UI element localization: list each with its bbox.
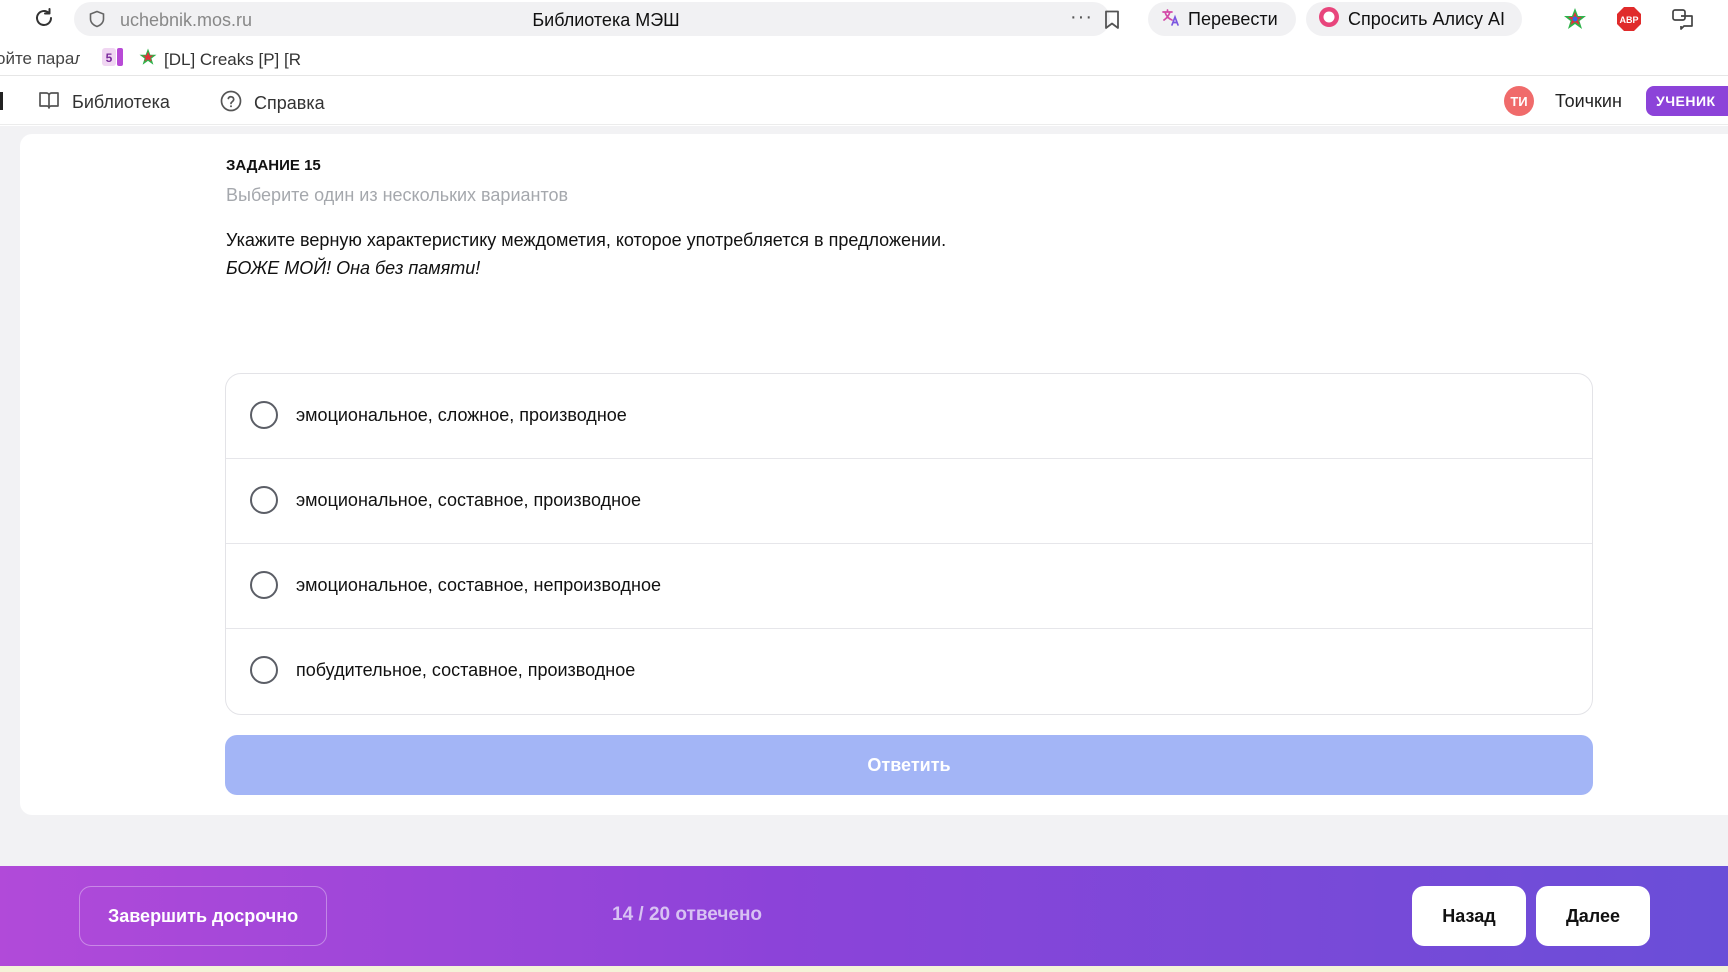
question-text: Укажите верную характеристику междометия…	[226, 230, 947, 250]
bookmark-item[interactable]: ойте паралл	[0, 49, 80, 69]
star-extension-icon	[138, 47, 158, 72]
profile-extension-icon[interactable]	[1670, 6, 1696, 32]
address-bar[interactable]: uchebnik.mos.ru Библиотека МЭШ ···	[74, 2, 1119, 36]
answer-option-label: эмоциональное, составное, производное	[296, 490, 642, 510]
svg-text:5: 5	[106, 51, 113, 65]
bookmarks-bar: ойте паралл 5 [DL] Creaks [P] [R	[0, 38, 1728, 76]
tab-title: Библиотека МЭШ	[532, 10, 680, 30]
help-icon	[220, 90, 242, 117]
bottom-strip	[0, 966, 1728, 972]
nav-library-label: Библиотека	[72, 92, 170, 112]
task-hint: Выберите один из нескольких вариантов	[226, 185, 569, 205]
radio-button[interactable]	[250, 656, 278, 684]
radio-button[interactable]	[250, 401, 278, 429]
finish-early-button[interactable]: Завершить досрочно	[79, 886, 327, 946]
ask-alice-button[interactable]: Спросить Алису AI	[1306, 2, 1522, 36]
answer-option[interactable]: эмоциональное, сложное, производное	[226, 374, 1592, 459]
answer-option[interactable]: эмоциональное, составное, производное	[226, 459, 1592, 544]
app-header: Библиотека Справка ТИ Тоичкин УЧЕНИК	[0, 77, 1728, 125]
bookmark-label: [DL] Creaks [P] [R	[164, 49, 301, 69]
answer-option[interactable]: побудительное, составное, производное	[226, 629, 1592, 714]
answer-option-label: побудительное, составное, производное	[296, 660, 636, 680]
task-number: ЗАДАНИЕ 15	[226, 157, 321, 174]
answer-option[interactable]: эмоциональное, составное, непроизводное	[226, 544, 1592, 629]
translate-label: Перевести	[1188, 8, 1278, 29]
username[interactable]: Тоичкин	[1555, 91, 1622, 112]
star-extension-icon[interactable]	[1562, 6, 1588, 32]
alice-icon	[1318, 6, 1340, 33]
answer-option-label: эмоциональное, составное, непроизводное	[296, 575, 662, 595]
translate-button[interactable]: Перевести	[1148, 2, 1296, 36]
header-divider	[0, 92, 3, 110]
bookmark-icon[interactable]	[1104, 10, 1120, 30]
book-icon	[38, 90, 60, 115]
adblock-icon[interactable]: ABP	[1616, 6, 1642, 32]
nav-help[interactable]: Справка	[220, 90, 325, 117]
back-button[interactable]: Назад	[1412, 886, 1526, 946]
back-arrow-icon[interactable]	[0, 9, 10, 29]
progress-counter: 14 / 20 отвечено	[612, 904, 763, 925]
svg-text:ABP: ABP	[1619, 15, 1638, 25]
submit-answer-button[interactable]: Ответить	[225, 735, 1593, 795]
translate-icon	[1160, 7, 1180, 32]
more-menu-icon[interactable]: ···	[1070, 6, 1093, 29]
answer-options: эмоциональное, сложное, производное эмоц…	[225, 373, 1593, 715]
nav-help-label: Справка	[254, 93, 325, 113]
bookmark-item[interactable]: [DL] Creaks [P] [R	[138, 47, 301, 72]
footer-bar: Завершить досрочно 14 / 20 отвечено Наза…	[0, 866, 1728, 966]
browser-toolbar: uchebnik.mos.ru Библиотека МЭШ ··· Перев…	[0, 0, 1728, 38]
radio-button[interactable]	[250, 486, 278, 514]
nav-library[interactable]: Библиотека	[38, 90, 170, 115]
alice-label: Спросить Алису AI	[1348, 8, 1506, 29]
role-badge: УЧЕНИК	[1646, 86, 1728, 116]
bookmark-item[interactable]: 5	[102, 47, 124, 67]
radio-button[interactable]	[250, 571, 278, 599]
example-sentence: БОЖЕ МОЙ! Она без памяти!	[226, 258, 481, 278]
next-button[interactable]: Далее	[1536, 886, 1650, 946]
avatar[interactable]: ТИ	[1504, 86, 1534, 116]
reload-icon[interactable]	[32, 6, 56, 30]
answer-option-label: эмоциональное, сложное, производное	[296, 405, 627, 425]
